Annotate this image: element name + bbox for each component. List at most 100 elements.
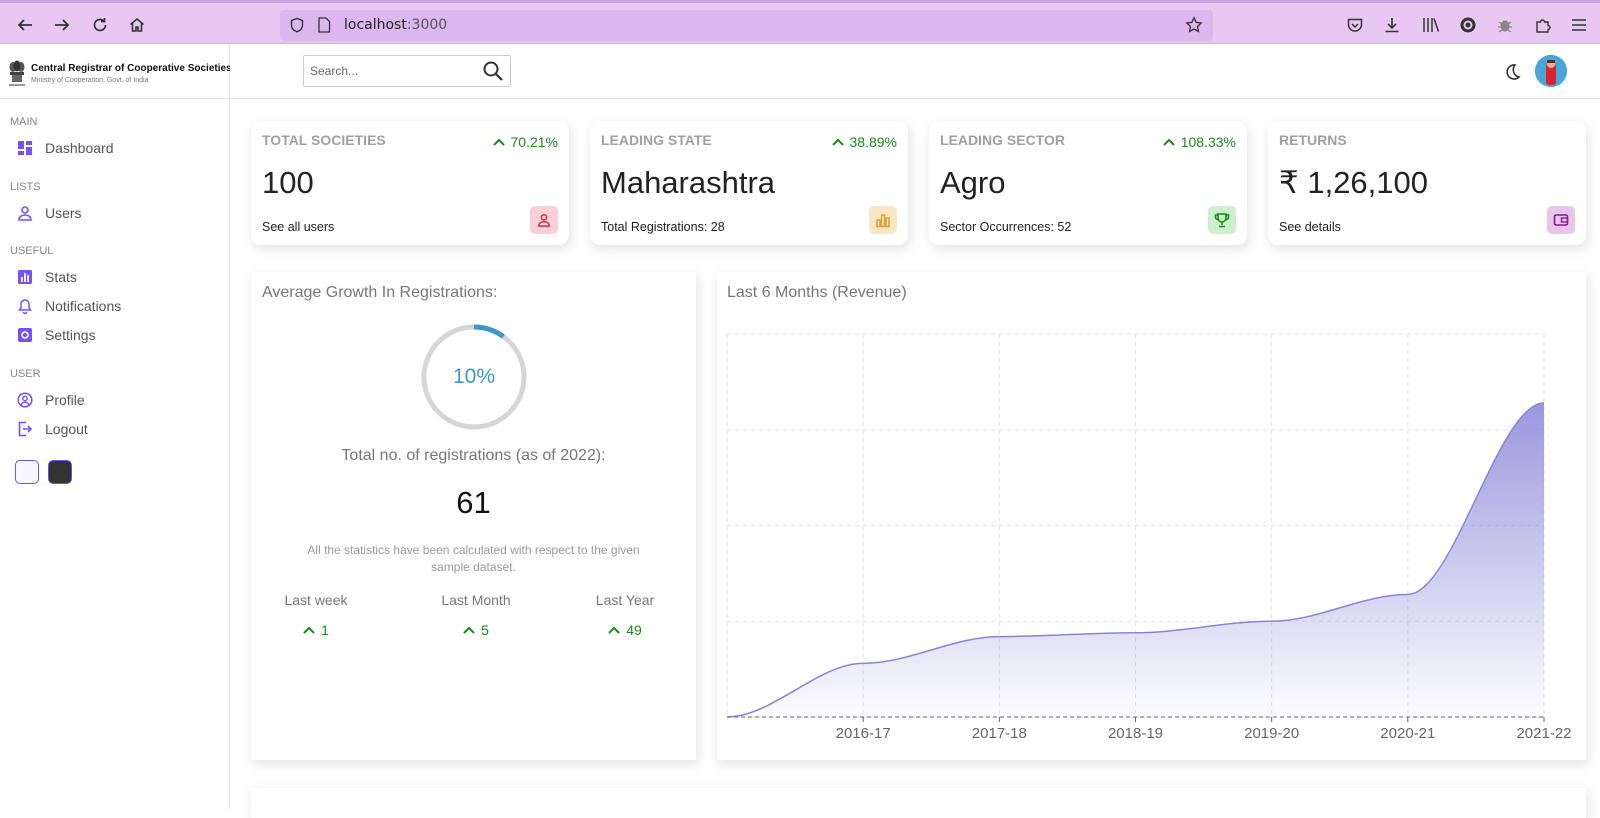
progress-label: 10% — [452, 365, 496, 388]
light-theme-button[interactable] — [15, 460, 39, 484]
section-title-useful: USEFUL — [10, 245, 54, 257]
featured-card: Average Growth In Registrations: 10% Tot… — [251, 272, 696, 760]
sidebar-item-label: Logout — [45, 421, 88, 437]
browser-toolbar: localhost:3000 — [0, 0, 1600, 44]
widget-leading-state: LEADING STATE 38.89% Maharashtra Total R… — [590, 121, 908, 245]
dashboard-icon — [16, 139, 34, 157]
widget-link[interactable]: See all users — [262, 220, 334, 234]
widget-value: Maharashtra — [601, 165, 776, 200]
sidebar-item-stats[interactable]: Stats — [16, 266, 77, 288]
forward-icon[interactable] — [49, 12, 75, 38]
x-tick-label: 2017-18 — [972, 725, 1027, 742]
chevron-up-icon — [1163, 138, 1175, 146]
sidebar-item-notifications[interactable]: Notifications — [16, 295, 121, 317]
featured-amount: 61 — [456, 485, 491, 520]
person-outline-icon — [16, 204, 34, 222]
section-title-lists: LISTS — [10, 181, 41, 193]
summary-value: 5 — [416, 622, 536, 638]
section-title-main: MAIN — [10, 116, 38, 128]
logo[interactable]: Central Registrar of Cooperative Societi… — [0, 44, 232, 99]
settings-icon — [16, 326, 34, 344]
chevron-up-icon — [831, 138, 844, 146]
bottom-card — [251, 788, 1586, 818]
x-tick-label: 2016-17 — [836, 725, 891, 742]
widget-title: RETURNS — [1279, 132, 1347, 148]
revenue-area-chart: 2016-17 2017-18 2018-19 2019-20 2020-21 2021-… — [726, 333, 1572, 742]
x-tick-label: 2019-20 — [1244, 725, 1299, 742]
chevron-up-icon — [463, 626, 475, 634]
person-outline-icon — [530, 206, 558, 234]
url-text[interactable]: localhost:3000 — [344, 17, 447, 33]
extensions-puzzle-icon[interactable] — [1532, 14, 1554, 36]
summary-title: Last week — [284, 592, 348, 608]
page-icon — [315, 16, 333, 34]
widget-value: 100 — [262, 165, 314, 200]
sidebar-item-users[interactable]: Users — [16, 202, 82, 224]
search-icon[interactable] — [482, 60, 504, 82]
x-tick-label: 2021-22 — [1516, 725, 1571, 742]
summary-value: 49 — [565, 622, 685, 638]
navbar — [230, 44, 1600, 99]
sidebar-item-profile[interactable]: Profile — [16, 389, 85, 411]
summary-last-month: Last Month 5 — [416, 592, 536, 638]
widget-title: LEADING SECTOR — [940, 132, 1065, 148]
widget-percentage: 38.89% — [831, 134, 897, 150]
widget-percentage: 108.33% — [1163, 134, 1236, 150]
trophy-icon — [1208, 206, 1236, 234]
bell-icon — [16, 297, 34, 315]
logout-icon — [16, 420, 34, 438]
widget-returns: RETURNS ₹ 1,26,100 See details — [1268, 121, 1586, 245]
url-bar[interactable]: localhost:3000 — [280, 10, 1213, 41]
sidebar-item-label: Notifications — [45, 298, 122, 314]
shield-icon[interactable] — [288, 16, 306, 34]
widget-link[interactable]: See details — [1279, 220, 1341, 234]
sidebar-item-label: Users — [45, 205, 82, 221]
widget-link[interactable]: Total Registrations: 28 — [601, 220, 725, 234]
featured-title: Average Growth In Registrations: — [262, 284, 498, 301]
sidebar-item-settings[interactable]: Settings — [16, 324, 96, 346]
summary-title: Last Month — [441, 592, 511, 608]
dark-theme-button[interactable] — [48, 460, 72, 484]
featured-description: All the statistics have been calculated … — [307, 543, 640, 574]
sidebar-item-logout[interactable]: Logout — [16, 418, 88, 440]
search-box[interactable] — [303, 55, 511, 87]
sidebar-item-label: Stats — [45, 269, 77, 285]
download-icon[interactable] — [1381, 14, 1403, 36]
sidebar: Central Registrar of Cooperative Societi… — [0, 44, 232, 809]
section-title-user: USER — [10, 368, 41, 380]
summary-title: Last Year — [595, 592, 655, 608]
reload-icon[interactable] — [87, 12, 113, 38]
widget-value: ₹ 1,26,100 — [1279, 165, 1429, 200]
sidebar-item-dashboard[interactable]: Dashboard — [16, 137, 114, 159]
summary-last-year: Last Year 49 — [565, 592, 685, 638]
dark-mode-icon[interactable] — [1502, 62, 1522, 82]
widget-total-societies: TOTAL SOCIETIES 70.21% 100 See all users — [251, 121, 569, 245]
back-icon[interactable] — [12, 12, 38, 38]
logo-title: Central Registrar of Cooperative Societi… — [31, 63, 232, 74]
bar-chart-outline-icon — [869, 206, 897, 234]
revenue-chart-card: Last 6 Months (Revenue) 2016-17 2017-18 20… — [717, 272, 1586, 760]
library-icon[interactable] — [1420, 14, 1442, 36]
widget-leading-sector: LEADING SECTOR 108.33% Agro Sector Occur… — [929, 121, 1247, 245]
widget-title: LEADING STATE — [601, 132, 712, 148]
featured-subtitle: Total no. of registrations (as of 2022): — [341, 447, 606, 464]
widget-value: Agro — [940, 165, 1006, 200]
home-icon[interactable] — [124, 12, 150, 38]
extension-mask-icon[interactable] — [1457, 14, 1479, 36]
avatar[interactable] — [1535, 55, 1567, 87]
bookmark-star-icon[interactable] — [1185, 16, 1203, 34]
bug-icon[interactable] — [1494, 14, 1516, 36]
sidebar-item-label: Dashboard — [45, 140, 114, 156]
pocket-icon[interactable] — [1344, 14, 1366, 36]
chevron-up-icon — [303, 626, 315, 634]
summary-value: 1 — [256, 622, 376, 638]
wallet-icon — [1547, 206, 1575, 234]
widget-link[interactable]: Sector Occurrences: 52 — [940, 220, 1071, 234]
search-input[interactable] — [310, 62, 470, 80]
chevron-up-icon — [492, 138, 505, 146]
widget-percentage: 70.21% — [492, 134, 558, 150]
x-tick-label: 2020-21 — [1380, 725, 1435, 742]
widget-title: TOTAL SOCIETIES — [262, 132, 386, 148]
sidebar-item-label: Profile — [45, 392, 85, 408]
menu-icon[interactable] — [1568, 14, 1590, 36]
